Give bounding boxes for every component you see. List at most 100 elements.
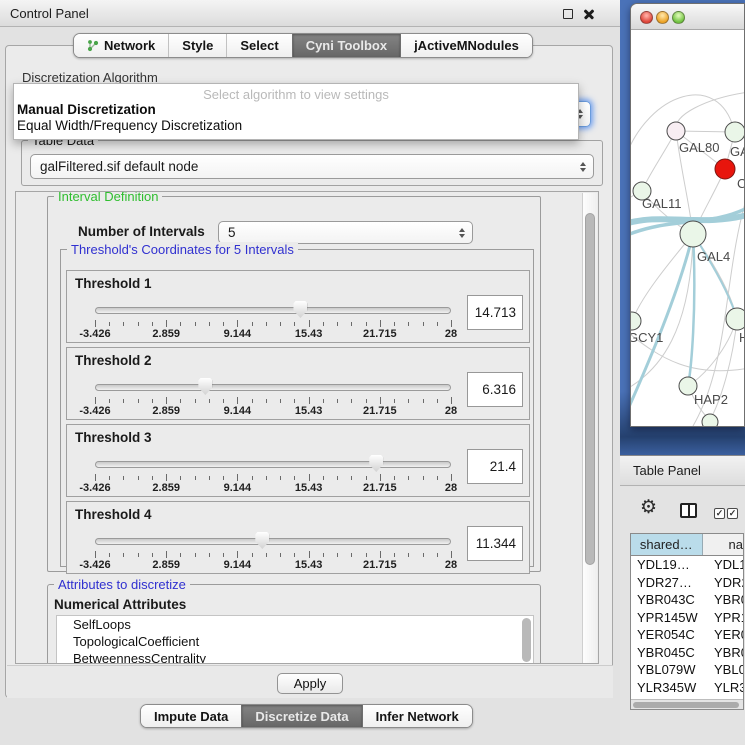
tab-discretize-data[interactable]: Discretize Data (241, 705, 361, 727)
tab-network[interactable]: Network (74, 34, 168, 57)
slider-tick-labels: -3.4262.8599.14415.4321.71528 (95, 328, 451, 340)
zoom-traffic-light-icon[interactable] (672, 11, 685, 24)
tab-infer-network[interactable]: Infer Network (362, 705, 472, 727)
slider-track[interactable] (95, 461, 451, 468)
slider-tick-labels: -3.4262.8599.14415.4321.71528 (95, 559, 451, 571)
table-row[interactable]: YBL079WYBL0 (631, 661, 743, 679)
table-row[interactable]: YBR043CYBR0 (631, 591, 743, 609)
node-label: GAL4 (697, 249, 730, 264)
threshold-2-panel: Threshold 2 -3.4262.8599.14415.4321.7152… (66, 347, 530, 420)
column-header-shared-name[interactable]: shared… (631, 534, 703, 555)
list-item[interactable]: BetweennessCentrality (57, 650, 533, 664)
tab-jactivemnodules[interactable]: jActiveMNodules (400, 34, 532, 57)
table-cell: YER054C (637, 627, 695, 642)
table-data-group: Table Data galFiltered.sif default node (21, 140, 603, 186)
settings-scrollpane: Interval Definition Number of Intervals … (15, 191, 599, 664)
list-item[interactable]: SelfLoops (57, 616, 533, 633)
node-ga[interactable] (725, 122, 745, 142)
threshold-4-slider[interactable] (95, 532, 451, 550)
control-panel-tabbar: Network Style Select Cyni Toolbox jActiv… (73, 33, 533, 58)
settings-scrollbar[interactable] (582, 193, 597, 663)
dropdown-hint: Select algorithm to view settings (14, 84, 578, 102)
checkbox-icon[interactable]: ✓ (714, 508, 725, 519)
node-red-selected[interactable] (715, 159, 735, 179)
number-of-intervals-spinner[interactable]: 5 (218, 221, 473, 244)
node-gcy1[interactable] (631, 312, 641, 330)
slider-track[interactable] (95, 307, 451, 314)
threshold-1-slider[interactable] (95, 301, 451, 319)
table-cell: YBR043C (637, 592, 695, 607)
apply-row: Apply (7, 665, 613, 698)
network-window-titlebar (631, 4, 744, 30)
table-panel-title: Table Panel (633, 463, 701, 478)
column-header-name[interactable]: na (703, 534, 743, 555)
network-view-window[interactable]: GAL80 GA C GAL11 GAL4 GCY1 H HAP2 (630, 3, 745, 427)
scrollbar-thumb[interactable] (633, 702, 739, 709)
list-item[interactable]: TopologicalCoefficient (57, 633, 533, 650)
table-row[interactable]: YER054C YER0 (631, 626, 743, 644)
table-cell: YBL079W (637, 662, 696, 677)
menu-item-equal-width-frequency[interactable]: Equal Width/Frequency Discretization (14, 118, 578, 134)
gear-icon[interactable]: ⚙ (640, 497, 657, 519)
checkbox-icon[interactable]: ✓ (727, 508, 738, 519)
tab-cyni-toolbox[interactable]: Cyni Toolbox (292, 34, 400, 57)
cytoscape-desktop: GAL80 GA C GAL11 GAL4 GCY1 H HAP2 (620, 0, 745, 455)
slider-thumb[interactable] (198, 378, 212, 395)
slider-track[interactable] (95, 538, 451, 545)
slider-tick-labels: -3.4262.8599.14415.4321.71528 (95, 482, 451, 494)
list-scrollbar[interactable] (522, 618, 531, 662)
tab-select[interactable]: Select (226, 34, 291, 57)
network-canvas[interactable]: GAL80 GA C GAL11 GAL4 GCY1 H HAP2 (631, 30, 745, 427)
table-horizontal-scrollbar[interactable] (631, 699, 743, 709)
table-row[interactable]: YDL19…YDL1 (631, 556, 743, 574)
threshold-3-slider[interactable] (95, 455, 451, 473)
threshold-1-value-field[interactable]: 14.713 (467, 295, 523, 330)
table-cell: YER0 (714, 627, 744, 642)
table-cell: YPR145W (637, 610, 698, 625)
scrollbar-thumb[interactable] (585, 213, 595, 565)
slider-thumb[interactable] (255, 532, 269, 549)
threshold-3-value-field[interactable]: 21.4 (467, 449, 523, 484)
combo-stepper-icon (580, 162, 586, 172)
attributes-list[interactable]: SelfLoopsTopologicalCoefficientBetweenne… (56, 615, 534, 664)
node-label: HAP2 (694, 392, 728, 407)
threshold-2-slider[interactable] (95, 378, 451, 396)
network-icon (87, 39, 99, 52)
table-row[interactable]: YLR345WYLR3 (631, 679, 743, 697)
slider-ticks (95, 320, 451, 328)
table-row[interactable]: YDR27…YDR2 (631, 574, 743, 592)
slider-thumb[interactable] (293, 301, 307, 318)
node-label: GAL11 (642, 196, 682, 211)
threshold-2-value-field[interactable]: 6.316 (467, 372, 523, 407)
threshold-1-panel: Threshold 1 -3.4262.8599.14415.4321.7152… (66, 270, 530, 343)
bottom-tabbar: Impute Data Discretize Data Infer Networ… (140, 704, 473, 728)
table-cell: YPR1 (714, 610, 744, 625)
number-of-intervals-value: 5 (228, 225, 236, 240)
table-cell: YLR3 (714, 680, 744, 695)
node-partial[interactable] (702, 414, 718, 427)
slider-thumb[interactable] (369, 455, 383, 472)
tab-impute-data[interactable]: Impute Data (141, 705, 241, 727)
table-cell: YDL1 (714, 557, 744, 572)
slider-ticks (95, 474, 451, 482)
apply-button[interactable]: Apply (277, 673, 343, 694)
close-traffic-light-icon[interactable] (640, 11, 653, 24)
node-gal4[interactable] (680, 221, 706, 247)
node-gal80[interactable] (667, 122, 685, 140)
table-row[interactable]: YPR145W YPR1 (631, 609, 743, 627)
float-window-icon[interactable] (563, 9, 573, 19)
threshold-4-panel: Threshold 4 -3.4262.8599.14415.4321.7152… (66, 501, 530, 574)
table-row[interactable]: YBR045CYBR0 (631, 644, 743, 662)
minimize-traffic-light-icon[interactable] (656, 11, 669, 24)
table-cell: YDR27… (637, 575, 692, 590)
threshold-4-value-field[interactable]: 11.344 (467, 526, 523, 561)
menu-item-manual-discretization[interactable]: Manual Discretization (14, 102, 578, 118)
node-h[interactable] (726, 308, 745, 330)
columns-icon[interactable] (680, 503, 697, 518)
table-header-row: shared… na (631, 534, 743, 556)
table-data-combobox[interactable]: galFiltered.sif default node (30, 154, 594, 179)
close-icon[interactable] (583, 8, 595, 20)
slider-track[interactable] (95, 384, 451, 391)
table-panel-titlebar: Table Panel (620, 455, 745, 486)
tab-style[interactable]: Style (168, 34, 226, 57)
